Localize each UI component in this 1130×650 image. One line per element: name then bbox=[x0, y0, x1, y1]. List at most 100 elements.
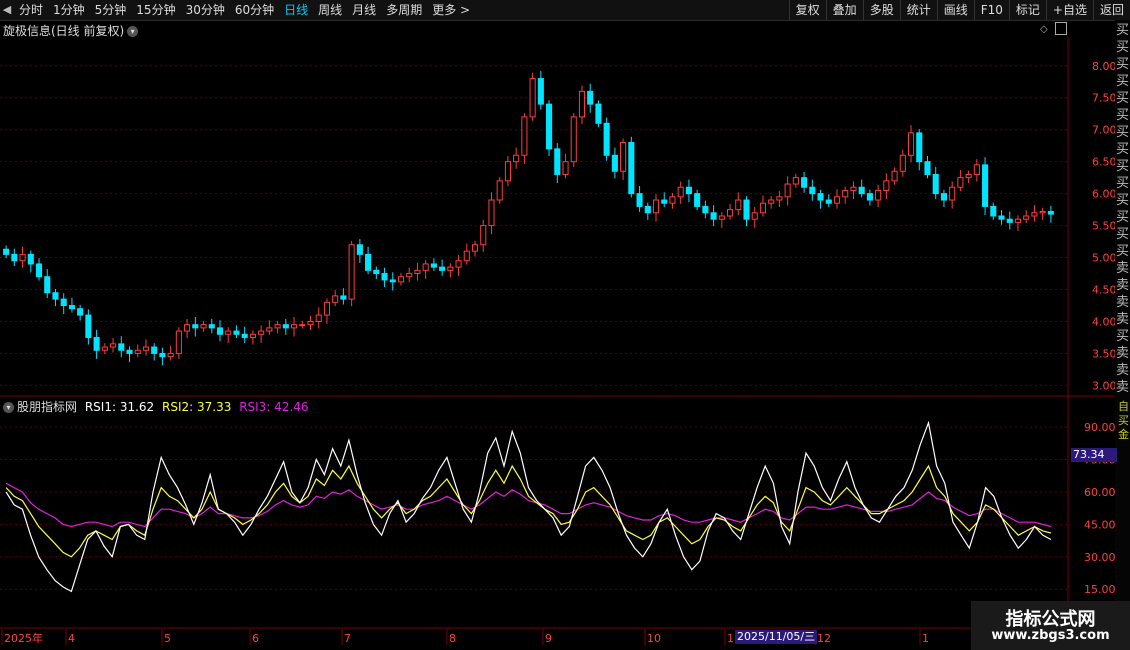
rsi-tick-0: 90.00 bbox=[1084, 421, 1116, 434]
candle-body-93 bbox=[768, 199, 775, 204]
candle-body-60 bbox=[496, 180, 503, 201]
chevron-down-icon[interactable]: ▾ bbox=[3, 402, 14, 413]
candle-body-127 bbox=[1047, 211, 1054, 215]
candle-body-74 bbox=[611, 154, 618, 172]
date-label-2: 5 bbox=[164, 632, 171, 645]
candle-body-87 bbox=[718, 215, 725, 220]
price-tick-9: 3.50 bbox=[1092, 347, 1117, 360]
candle-body-85 bbox=[702, 205, 709, 214]
candle-body-123 bbox=[1014, 218, 1022, 223]
candle-body-115 bbox=[949, 186, 956, 201]
candle-body-91 bbox=[751, 212, 758, 220]
signal-text-lower: 自买金 bbox=[1118, 400, 1129, 441]
candle-body-41 bbox=[340, 295, 347, 300]
watermark-logo: 指标公式网 www.zbgs3.com bbox=[971, 601, 1130, 650]
candle-body-47 bbox=[389, 279, 396, 283]
date-label-0: 2025年 bbox=[4, 631, 43, 645]
candle-body-55 bbox=[455, 260, 462, 268]
candle-body-113 bbox=[932, 173, 939, 195]
candle-body-43 bbox=[356, 244, 363, 255]
rsi-tick-5: 15.00 bbox=[1084, 583, 1116, 596]
candle-body-80 bbox=[661, 199, 668, 204]
candle-body-103 bbox=[850, 186, 857, 191]
candle-body-99 bbox=[817, 193, 824, 201]
candle-body-114 bbox=[940, 193, 947, 201]
candle-body-92 bbox=[759, 202, 767, 214]
candle-body-119 bbox=[982, 164, 989, 207]
candle-body-75 bbox=[620, 141, 627, 172]
candlestick-chart[interactable]: 8.00 7.50 7.00 6.50 6.00 5.50 5.00 4.50 4.00 3.50… bbox=[0, 0, 1130, 650]
candle-body-83 bbox=[685, 186, 692, 195]
candle-body-116 bbox=[957, 177, 964, 188]
candle-body-68 bbox=[562, 161, 569, 175]
candle-body-39 bbox=[323, 301, 330, 316]
candle-body-25 bbox=[208, 324, 215, 329]
candle-body-78 bbox=[644, 205, 651, 214]
candle-body-112 bbox=[924, 161, 931, 175]
candle-body-106 bbox=[875, 189, 882, 201]
candle-body-100 bbox=[825, 199, 832, 204]
rsi-line-rsi2 bbox=[5, 464, 1052, 558]
candle-body-66 bbox=[546, 103, 553, 150]
candle-body-121 bbox=[998, 215, 1005, 220]
candle-body-40 bbox=[332, 295, 339, 303]
candle-body-52 bbox=[430, 263, 437, 268]
price-tick-2: 7.00 bbox=[1092, 124, 1117, 137]
candle-body-26 bbox=[216, 327, 224, 335]
candle-body-77 bbox=[636, 193, 643, 207]
candle-body-46 bbox=[381, 273, 388, 281]
candle-body-64 bbox=[529, 78, 536, 118]
rsi-tick-2: 60.00 bbox=[1084, 486, 1116, 499]
candle-body-102 bbox=[842, 189, 849, 198]
candle-body-61 bbox=[504, 161, 511, 182]
candle-body-88 bbox=[727, 209, 734, 217]
candle-body-35 bbox=[290, 324, 298, 329]
date-label-9: 12 bbox=[817, 632, 831, 645]
date-label-4: 7 bbox=[344, 632, 351, 645]
candle-body-11 bbox=[93, 336, 100, 351]
candle-body-108 bbox=[891, 170, 898, 182]
date-label-7: 10 bbox=[647, 632, 661, 645]
price-tick-1: 7.50 bbox=[1092, 92, 1117, 105]
candle-body-51 bbox=[422, 263, 429, 271]
candle-body-126 bbox=[1039, 211, 1046, 214]
price-tick-6: 5.00 bbox=[1092, 252, 1117, 265]
indicator-name: 股朋指标网 bbox=[17, 400, 78, 414]
price-tick-7: 4.50 bbox=[1092, 284, 1117, 297]
candle-body-33 bbox=[274, 324, 281, 329]
candle-body-49 bbox=[406, 273, 413, 278]
candle-body-9 bbox=[77, 308, 84, 316]
candle-body-37 bbox=[307, 320, 314, 326]
candle-body-84 bbox=[694, 193, 701, 207]
candle-body-34 bbox=[282, 324, 289, 329]
candle-body-111 bbox=[916, 132, 923, 163]
candle-body-42 bbox=[348, 244, 355, 300]
current-value-badge: 73.34 bbox=[1071, 448, 1117, 462]
candle-body-117 bbox=[965, 173, 972, 179]
date-label-10: 1 bbox=[922, 632, 929, 645]
candle-body-44 bbox=[365, 253, 372, 271]
candle-body-8 bbox=[68, 305, 75, 310]
candle-body-3 bbox=[27, 253, 34, 265]
candle-body-67 bbox=[554, 148, 561, 175]
price-axis: 8.00 7.50 7.00 6.50 6.00 5.50 5.00 4.50 4.00 3.50… bbox=[1092, 60, 1117, 393]
candle-body-89 bbox=[735, 199, 742, 211]
candle-body-124 bbox=[1023, 215, 1030, 220]
candle-body-7 bbox=[60, 298, 67, 307]
candle-body-76 bbox=[628, 141, 635, 195]
candle-body-18 bbox=[151, 346, 158, 354]
watermark-url: www.zbgs3.com bbox=[991, 628, 1110, 643]
candle-body-29 bbox=[241, 333, 248, 338]
rsi-tick-4: 30.00 bbox=[1084, 551, 1116, 564]
price-tick-4: 6.00 bbox=[1092, 188, 1117, 201]
candle-body-32 bbox=[266, 327, 273, 332]
date-cursor-badge: 2025/11/05/三 bbox=[735, 630, 818, 644]
candle-body-70 bbox=[578, 90, 586, 118]
candle-body-86 bbox=[710, 212, 717, 220]
candle-body-2 bbox=[19, 253, 26, 262]
candle-body-20 bbox=[167, 352, 174, 358]
candle-body-48 bbox=[397, 276, 405, 283]
candle-body-17 bbox=[142, 346, 150, 351]
candle-body-10 bbox=[85, 314, 92, 338]
candle-body-22 bbox=[184, 324, 191, 332]
